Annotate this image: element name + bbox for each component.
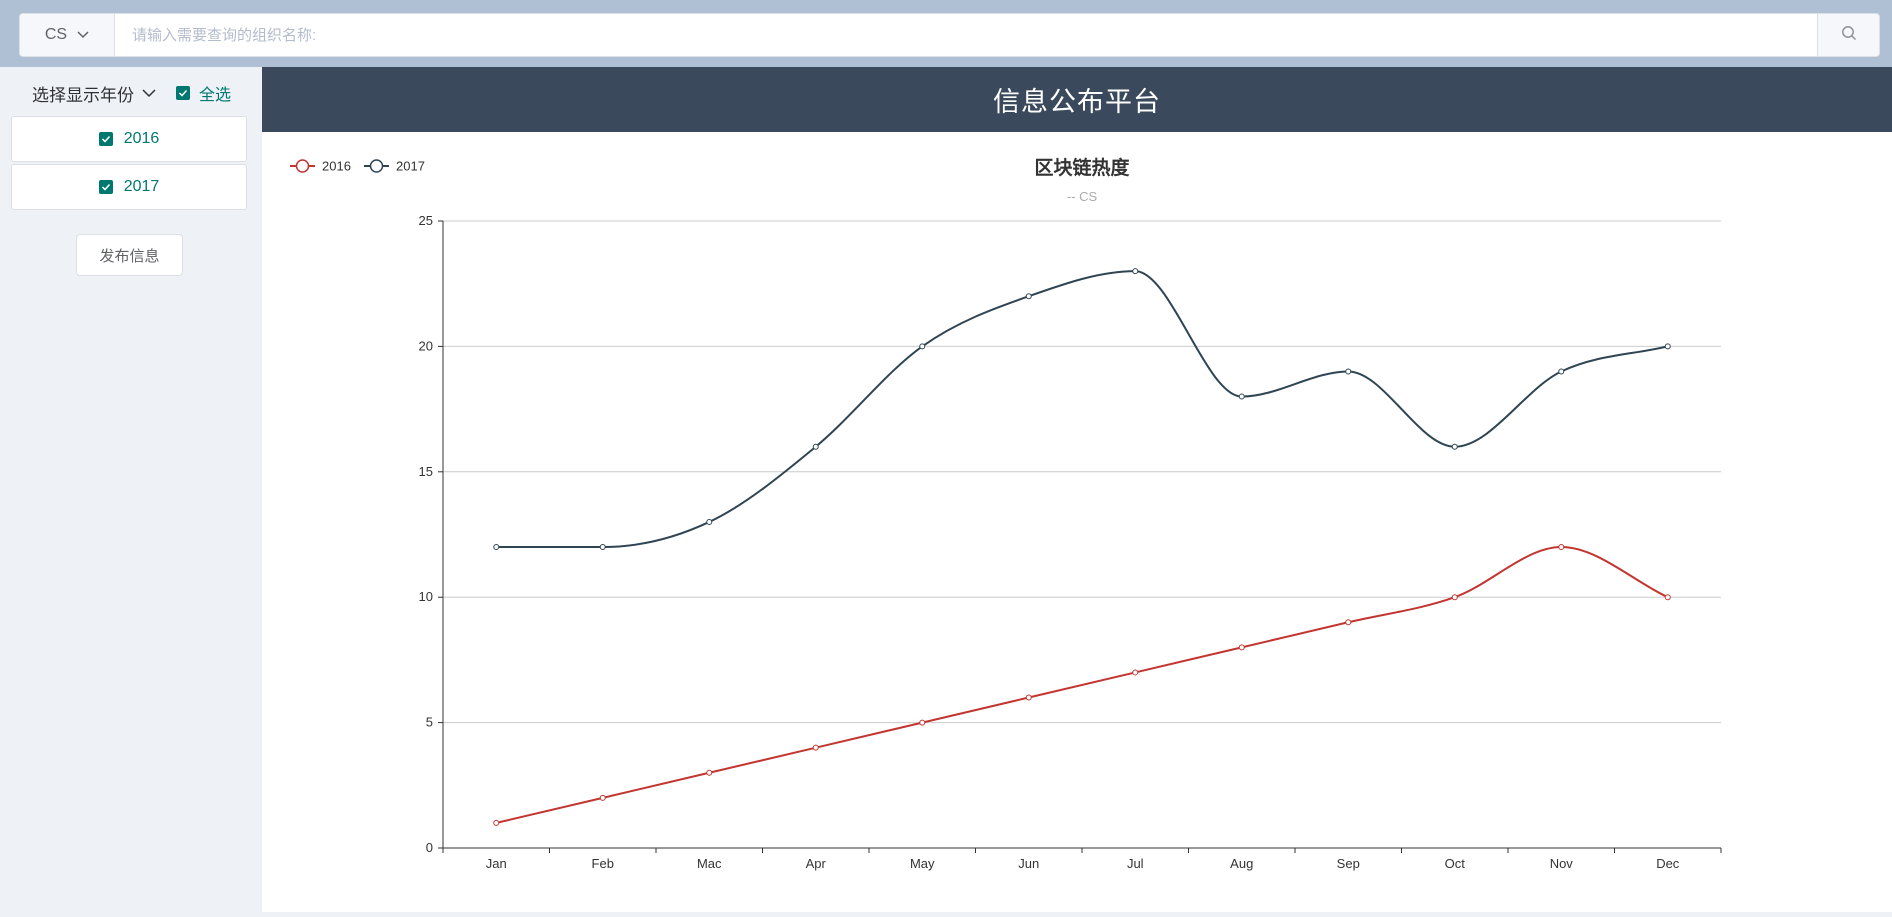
org-search-input[interactable] xyxy=(115,14,1817,56)
data-point-2016 xyxy=(706,769,713,776)
x-tick-label: Sep xyxy=(1337,856,1360,871)
sidebar: 选择显示年份 全选 2016 2017 发布信息 xyxy=(0,67,262,912)
y-tick-label: 15 xyxy=(419,464,433,479)
chevron-down-icon xyxy=(77,26,89,44)
y-tick-label: 0 xyxy=(426,840,433,855)
data-point-2017 xyxy=(493,544,500,551)
year-select-label: 选择显示年份 xyxy=(32,85,134,105)
data-point-2016 xyxy=(1451,594,1458,601)
series-line-2016 xyxy=(496,546,1669,824)
year-filter-header: 选择显示年份 全选 xyxy=(32,81,231,105)
search-icon xyxy=(1841,25,1857,46)
chart-subtitle: -- CS xyxy=(1067,189,1098,204)
data-point-2017 xyxy=(1132,268,1139,275)
data-point-2017 xyxy=(706,518,713,525)
series-line-2017 xyxy=(496,270,1668,549)
data-point-2017 xyxy=(1664,343,1671,350)
checkbox-checked-icon xyxy=(98,132,113,146)
data-point-2016 xyxy=(493,819,500,826)
data-point-2016 xyxy=(1025,694,1032,701)
data-point-2017 xyxy=(1558,368,1565,375)
x-tick-label: Oct xyxy=(1445,856,1466,871)
y-tick-label: 5 xyxy=(426,715,433,730)
publish-info-button[interactable]: 发布信息 xyxy=(76,234,183,276)
x-tick-label: Apr xyxy=(806,856,827,871)
legend-marker-2017 xyxy=(369,159,384,173)
data-point-2017 xyxy=(1025,293,1032,300)
year-label: 2017 xyxy=(123,178,160,195)
legend-label-2017: 2017 xyxy=(396,159,425,174)
data-point-2016 xyxy=(812,744,819,751)
year-label: 2016 xyxy=(123,130,160,147)
data-point-2017 xyxy=(1451,443,1458,450)
x-tick-label: Jul xyxy=(1127,856,1144,871)
x-tick-label: Nov xyxy=(1550,856,1574,871)
x-tick-label: Dec xyxy=(1656,856,1680,871)
top-search-bar: CS xyxy=(0,0,1892,67)
data-point-2016 xyxy=(1345,619,1352,626)
y-tick-label: 20 xyxy=(419,338,433,353)
year-select-dropdown[interactable]: 选择显示年份 xyxy=(32,81,156,106)
search-button[interactable] xyxy=(1817,14,1879,56)
checkbox-checked-icon xyxy=(176,86,190,100)
x-tick-label: Mac xyxy=(697,856,722,871)
x-tick-label: May xyxy=(910,856,935,871)
year-checkbox-2016[interactable]: 2016 xyxy=(11,116,247,162)
data-point-2017 xyxy=(812,443,819,450)
data-point-2016 xyxy=(1132,669,1139,676)
chevron-down-icon xyxy=(142,83,156,103)
chart-panel: 区块链热度 -- CS 0 5 10 15 20 25 Jan Feb Mac Apr May Jun Ju… xyxy=(262,132,1892,912)
y-tick-label: 25 xyxy=(419,213,433,228)
checkbox-checked-icon xyxy=(98,180,113,194)
data-point-2017 xyxy=(599,544,606,551)
data-point-2017 xyxy=(1345,368,1352,375)
y-tick-label: 10 xyxy=(419,589,433,604)
x-tick-label: Feb xyxy=(592,856,614,871)
year-checkbox-2017[interactable]: 2017 xyxy=(11,164,247,210)
x-tick-label: Aug xyxy=(1230,856,1253,871)
org-select[interactable]: CS xyxy=(20,14,115,56)
data-point-2016 xyxy=(599,794,606,801)
data-point-2016 xyxy=(919,719,926,726)
legend-marker-2016 xyxy=(295,159,310,173)
org-select-value: CS xyxy=(44,26,68,43)
line-chart: 区块链热度 -- CS 0 5 10 15 20 25 Jan Feb Mac Apr May Jun Ju… xyxy=(290,156,1722,871)
data-point-2016 xyxy=(1558,544,1565,551)
select-all-label: 全选 xyxy=(199,87,232,104)
x-tick-label: Jan xyxy=(486,856,507,871)
data-point-2017 xyxy=(919,343,926,350)
page-title: 信息公布平台 xyxy=(262,67,1892,132)
legend-label-2016: 2016 xyxy=(322,159,351,174)
x-tick-label: Jun xyxy=(1018,856,1039,871)
select-all-checkbox[interactable]: 全选 xyxy=(176,81,231,105)
chart-title: 区块链热度 xyxy=(1034,156,1130,179)
data-point-2016 xyxy=(1238,644,1245,651)
org-search-group: CS xyxy=(19,13,1880,57)
data-point-2016 xyxy=(1664,594,1671,601)
data-point-2017 xyxy=(1238,393,1245,400)
